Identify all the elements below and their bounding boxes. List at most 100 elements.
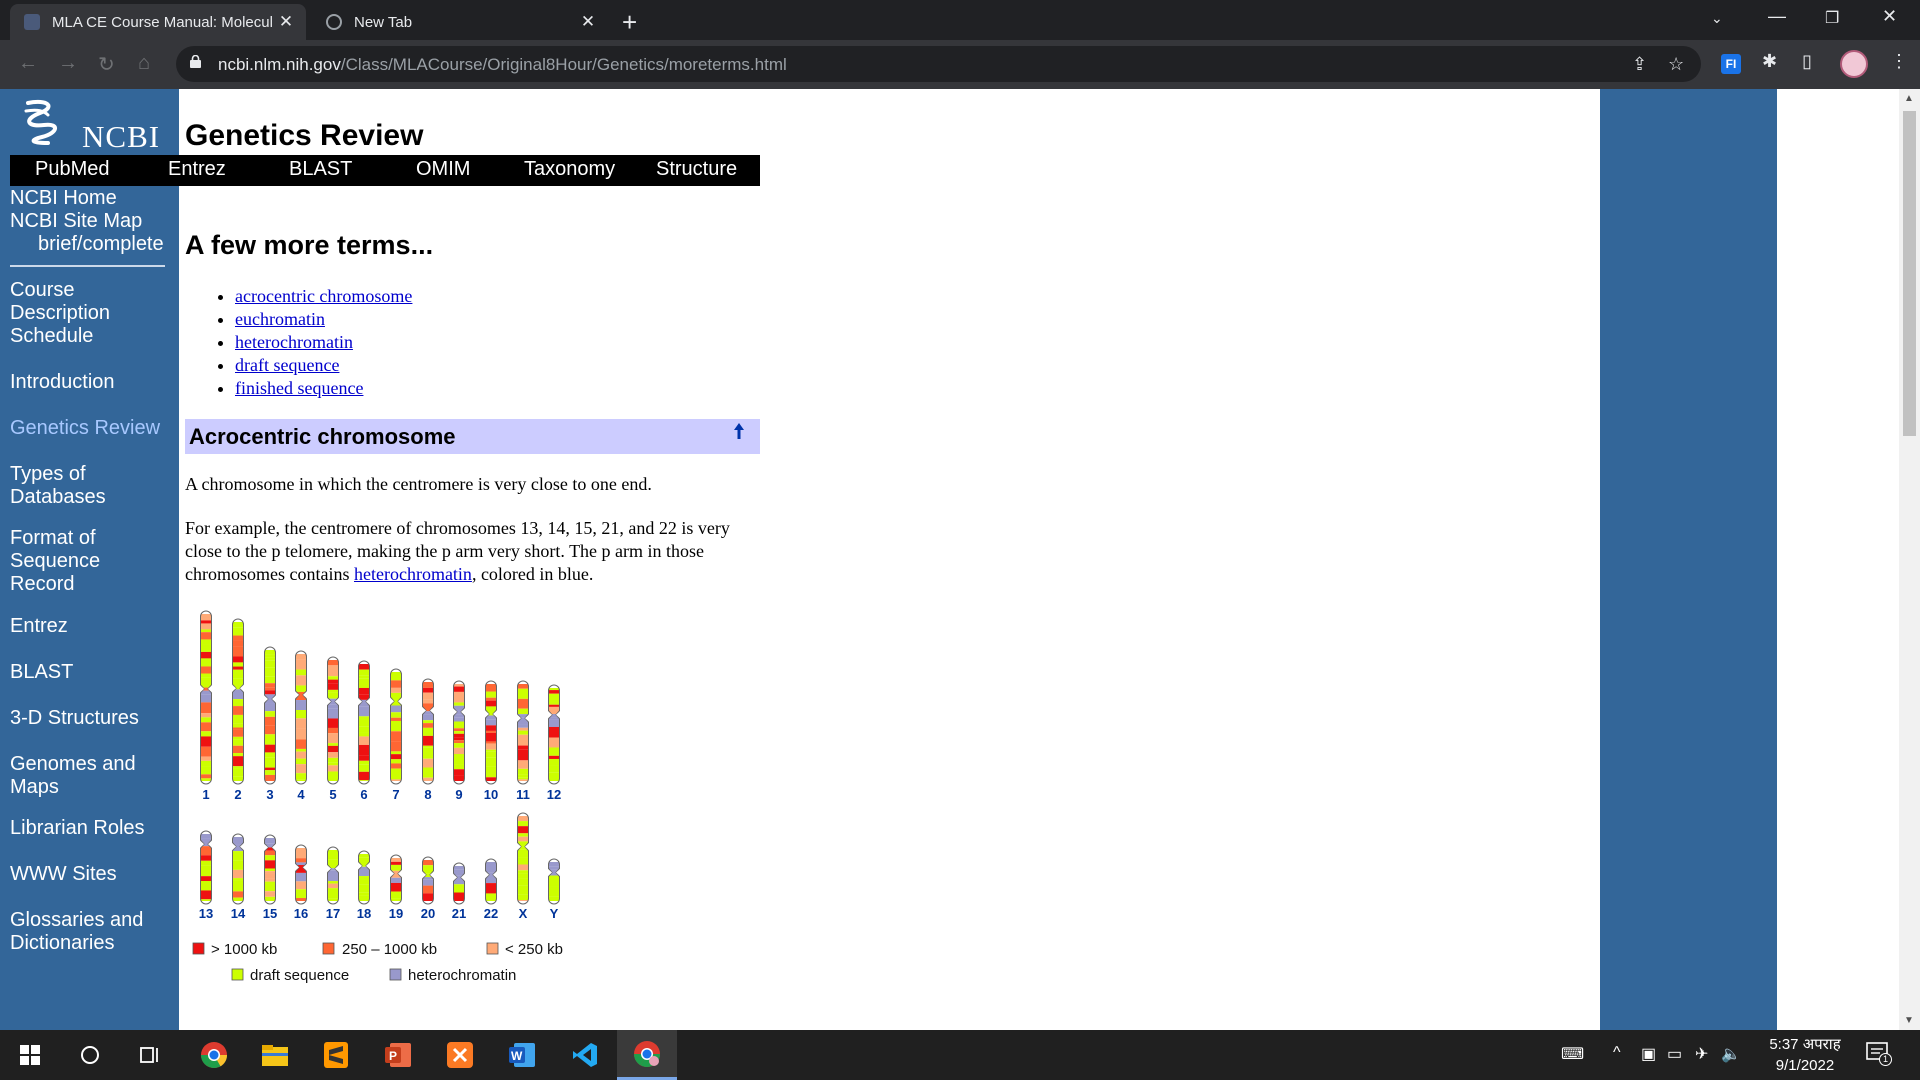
term-link-draft-sequence[interactable]: draft sequence: [235, 355, 339, 375]
scrollbar-thumb[interactable]: [1903, 111, 1916, 436]
chromosome-label: 22: [484, 906, 498, 921]
close-tab-icon[interactable]: ✕: [276, 12, 296, 32]
sidebar-link-ncbi-home[interactable]: NCBI Home: [10, 187, 117, 210]
nav-entrez[interactable]: Entrez: [168, 158, 226, 181]
extensions-puzzle-icon[interactable]: ✱: [1762, 51, 1777, 72]
home-icon[interactable]: ⌂: [138, 52, 150, 75]
file-explorer-icon[interactable]: [245, 1030, 305, 1080]
nav-structure[interactable]: Structure: [656, 158, 737, 181]
sidebar-item-genetics-review[interactable]: Genetics Review: [10, 417, 160, 440]
heterochromatin-link[interactable]: heterochromatin: [354, 564, 472, 584]
term-link-finished-sequence[interactable]: finished sequence: [235, 378, 363, 398]
chromosome: [389, 854, 403, 905]
powerpoint-icon[interactable]: P: [368, 1030, 428, 1080]
chromosome: [263, 646, 277, 785]
reload-icon[interactable]: ↻: [98, 52, 115, 77]
scroll-up-icon[interactable]: ▲: [1904, 93, 1914, 104]
chromosome: [484, 680, 498, 785]
notification-badge: 1: [1879, 1053, 1892, 1066]
clock-date: 9/1/2022: [1775, 1057, 1835, 1074]
chromosome: [547, 684, 561, 785]
browser-menu-icon[interactable]: ⋮: [1890, 51, 1908, 72]
back-arrow-icon[interactable]: ←: [18, 52, 38, 75]
tab-new-tab[interactable]: New Tab ✕: [312, 4, 608, 40]
bookmark-star-icon[interactable]: ☆: [1668, 54, 1684, 75]
term-link-euchromatin[interactable]: euchromatin: [235, 309, 325, 329]
sidebar-item-3-d-structures[interactable]: 3-D Structures: [10, 707, 139, 730]
word-icon[interactable]: W: [492, 1030, 552, 1080]
windows-start-icon[interactable]: [0, 1030, 60, 1080]
chromosome-label: 11: [516, 787, 530, 802]
sidebar-link-site-map[interactable]: NCBI Site Map: [10, 210, 142, 233]
top-navigation-bar: PubMed Entrez BLAST OMIM Taxonomy Struct…: [10, 155, 760, 186]
extension-fi-icon[interactable]: FI: [1721, 54, 1741, 74]
chromosome: [357, 660, 371, 785]
nav-pubmed[interactable]: PubMed: [35, 158, 110, 181]
sublime-text-icon[interactable]: [306, 1030, 366, 1080]
keyboard-language-icon[interactable]: ⌨: [1561, 1044, 1584, 1064]
chromosome-label: 6: [360, 787, 367, 802]
list-item: acrocentric chromosome: [235, 285, 412, 308]
chromosome: [263, 834, 277, 905]
legend-label: < 250 kb: [505, 941, 563, 958]
chromosome-label: X: [519, 906, 528, 921]
chrome-app-icon[interactable]: [184, 1030, 244, 1080]
side-panel-icon[interactable]: ▯: [1802, 51, 1812, 72]
nav-omim[interactable]: OMIM: [416, 158, 470, 181]
share-icon[interactable]: ⇪: [1632, 54, 1647, 75]
volume-icon[interactable]: 🔈: [1721, 1044, 1741, 1064]
chromosome-label: 12: [547, 787, 561, 802]
chromosome-label: 14: [231, 906, 246, 921]
chromosome: [199, 830, 213, 905]
nav-taxonomy[interactable]: Taxonomy: [524, 158, 615, 181]
nav-blast[interactable]: BLAST: [289, 158, 352, 181]
scroll-down-icon[interactable]: ▼: [1904, 1015, 1914, 1026]
sidebar-item-www-sites[interactable]: WWW Sites: [10, 863, 117, 886]
close-tab-icon[interactable]: ✕: [578, 12, 598, 32]
new-tab-button[interactable]: +: [622, 7, 637, 38]
term-link-acrocentric[interactable]: acrocentric chromosome: [235, 286, 412, 306]
forward-arrow-icon[interactable]: →: [58, 52, 78, 75]
task-view-icon[interactable]: [120, 1030, 180, 1080]
vscode-icon[interactable]: [555, 1030, 615, 1080]
chromosome-label: 10: [484, 787, 498, 802]
list-item: heterochromatin: [235, 331, 412, 354]
meet-now-icon[interactable]: ▣: [1641, 1044, 1656, 1064]
sidebar-item-librarian-roles[interactable]: Librarian Roles: [10, 817, 145, 840]
chromosome-label: 9: [455, 787, 462, 802]
sidebar-link-brief-complete[interactable]: brief/complete: [38, 233, 164, 256]
clock[interactable]: 5:37 अपराह 9/1/2022: [1760, 1034, 1850, 1076]
battery-icon[interactable]: ▭: [1667, 1044, 1682, 1064]
tab-mla-course[interactable]: MLA CE Course Manual: Molecul ✕: [10, 4, 306, 40]
vertical-scrollbar[interactable]: ▲ ▼: [1899, 89, 1920, 1030]
sidebar-item-glossaries-and-dictionaries[interactable]: Glossaries and Dictionaries: [10, 909, 143, 955]
chrome-active-window-icon[interactable]: [617, 1030, 677, 1080]
airplane-mode-icon[interactable]: ✈: [1695, 1044, 1708, 1064]
address-bar[interactable]: ncbi.nlm.nih.gov/Class/MLACourse/Origina…: [176, 46, 1701, 82]
sidebar-item-schedule[interactable]: Schedule: [10, 325, 93, 348]
tab-search-chevron-icon[interactable]: ⌄: [1711, 10, 1723, 27]
search-icon[interactable]: [60, 1030, 120, 1080]
close-window-button[interactable]: ✕: [1882, 6, 1897, 27]
sidebar-item-blast[interactable]: BLAST: [10, 661, 73, 684]
chromosome-label: 16: [294, 906, 308, 921]
back-to-top-arrow-icon[interactable]: [731, 421, 747, 443]
sidebar-item-introduction[interactable]: Introduction: [10, 371, 115, 394]
legend-label: heterochromatin: [408, 967, 516, 984]
sidebar-item-types-of-databases[interactable]: Types of Databases: [10, 463, 106, 509]
browser-tab-strip: MLA CE Course Manual: Molecul ✕ New Tab …: [0, 0, 1920, 40]
minimize-button[interactable]: —: [1768, 6, 1786, 27]
xampp-icon[interactable]: [430, 1030, 490, 1080]
sidebar-item-course-description[interactable]: Course Description: [10, 279, 110, 325]
term-link-heterochromatin[interactable]: heterochromatin: [235, 332, 353, 352]
show-hidden-icons-chevron-icon[interactable]: ^: [1613, 1044, 1621, 1062]
legend-label: draft sequence: [250, 967, 349, 984]
notification-center-icon[interactable]: 1: [1866, 1042, 1892, 1066]
sidebar-item-entrez[interactable]: Entrez: [10, 615, 68, 638]
ncbi-wordmark: NCBI: [82, 119, 161, 154]
restore-button[interactable]: ❐: [1825, 8, 1839, 28]
sidebar-item-format-of-sequence-record[interactable]: Format of Sequence Record: [10, 527, 100, 596]
ncbi-logo[interactable]: NCBI: [18, 97, 178, 154]
profile-avatar[interactable]: [1840, 50, 1868, 78]
sidebar-item-genomes-and-maps[interactable]: Genomes and Maps: [10, 753, 136, 799]
